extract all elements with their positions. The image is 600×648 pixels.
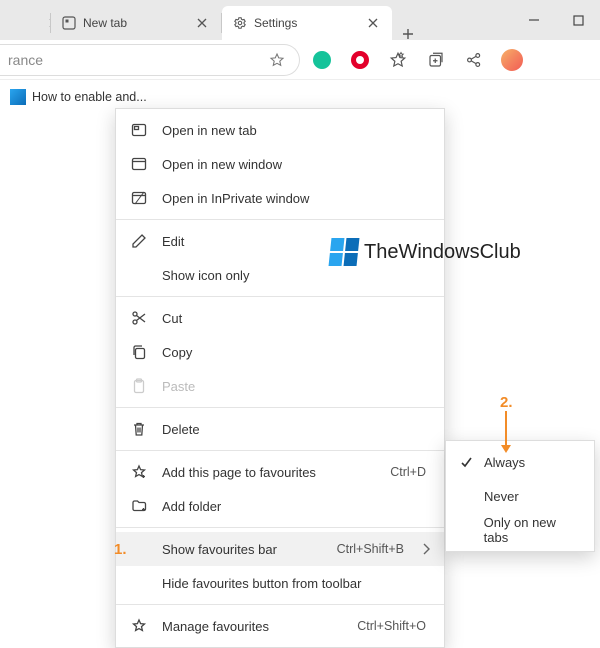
address-input[interactable] [8, 52, 263, 68]
close-icon[interactable] [49, 14, 50, 32]
menu-label: Hide favourites button from toolbar [162, 576, 430, 591]
menu-separator [116, 219, 444, 220]
menu-open-new-tab[interactable]: Open in new tab [116, 113, 444, 147]
watermark-logo: TheWindowsClub [330, 238, 521, 266]
close-icon[interactable] [193, 14, 211, 32]
share-icon[interactable] [460, 46, 488, 74]
annotation-one: 1. [114, 541, 127, 558]
menu-hide-favourites-button[interactable]: Hide favourites button from toolbar [116, 566, 444, 600]
menu-label: Open in new window [162, 157, 430, 172]
menu-manage-favourites[interactable]: Manage favourites Ctrl+Shift+O [116, 609, 444, 643]
site-favicon-icon [10, 89, 26, 105]
gear-icon [232, 15, 248, 31]
collections-icon[interactable] [422, 46, 450, 74]
clipboard-icon [130, 377, 148, 395]
toolbar [0, 40, 600, 80]
windows-flag-icon [329, 238, 360, 266]
maximize-button[interactable] [556, 0, 600, 40]
minimize-button[interactable] [512, 0, 556, 40]
blank-icon [130, 540, 148, 558]
menu-separator [116, 296, 444, 297]
window-controls [512, 0, 600, 40]
star-gear-icon [130, 617, 148, 635]
close-icon[interactable] [364, 14, 382, 32]
menu-separator [116, 450, 444, 451]
tab-label: New tab [83, 16, 127, 30]
submenu-never[interactable]: Never [446, 479, 594, 513]
scissors-icon [130, 309, 148, 327]
menu-cut[interactable]: Cut [116, 301, 444, 335]
favourites-bar-item-label: How to enable and... [32, 90, 147, 104]
tab-label: Settings [254, 16, 297, 30]
menu-label: Open in InPrivate window [162, 191, 430, 206]
menu-delete[interactable]: Delete [116, 412, 444, 446]
favourites-bar-item[interactable]: How to enable and... [10, 89, 147, 105]
menu-paste: Paste [116, 369, 444, 403]
menu-separator [116, 604, 444, 605]
toolbar-actions [308, 46, 526, 74]
menu-label: Open in new tab [162, 123, 430, 138]
tab-strip: cks, H New tab Settings [0, 0, 424, 40]
folder-plus-icon [130, 497, 148, 515]
new-tab-page-icon [61, 15, 77, 31]
shortcut-label: Ctrl+D [390, 465, 426, 479]
menu-label: Add this page to favourites [162, 465, 376, 480]
blank-icon [130, 266, 148, 284]
context-menu: Open in new tab Open in new window Open … [115, 108, 445, 648]
menu-add-page-favourites[interactable]: Add this page to favourites Ctrl+D [116, 455, 444, 489]
submenu-only-new-tabs[interactable]: Only on new tabs [446, 513, 594, 547]
menu-label: Delete [162, 422, 430, 437]
tab-partial[interactable]: cks, H [0, 6, 50, 40]
annotation-two-label: 2. [500, 394, 513, 411]
address-bar[interactable] [0, 44, 300, 76]
new-tab-icon [130, 121, 148, 139]
submenu-label: Never [484, 489, 519, 504]
watermark-text: TheWindowsClub [364, 241, 521, 264]
tab-new-tab[interactable]: New tab [51, 6, 221, 40]
blank-icon [130, 574, 148, 592]
shortcut-label: Ctrl+Shift+B [337, 542, 404, 556]
grammarly-icon[interactable] [308, 46, 336, 74]
trash-icon [130, 420, 148, 438]
window-icon [130, 155, 148, 173]
shortcut-label: Ctrl+Shift+O [357, 619, 426, 633]
menu-label: Cut [162, 311, 430, 326]
favourite-star-icon[interactable] [263, 52, 291, 68]
inprivate-icon [130, 189, 148, 207]
opera-icon[interactable] [346, 46, 374, 74]
check-icon [458, 456, 474, 469]
profile-avatar[interactable] [498, 46, 526, 74]
submenu-label: Always [484, 455, 525, 470]
menu-label: Manage favourites [162, 619, 343, 634]
menu-label: Paste [162, 379, 430, 394]
menu-label: Show favourites bar [162, 542, 323, 557]
menu-label: Copy [162, 345, 430, 360]
window-titlebar: cks, H New tab Settings [0, 0, 600, 40]
menu-label: Show icon only [162, 268, 430, 283]
submenu-favourites-bar: Always Never Only on new tabs [445, 440, 595, 552]
submenu-always[interactable]: Always [446, 445, 594, 479]
menu-separator [116, 407, 444, 408]
menu-open-new-window[interactable]: Open in new window [116, 147, 444, 181]
menu-separator [116, 527, 444, 528]
menu-show-favourites-bar[interactable]: 1. Show favourites bar Ctrl+Shift+B [116, 532, 444, 566]
tab-settings[interactable]: Settings [222, 6, 392, 40]
menu-open-inprivate[interactable]: Open in InPrivate window [116, 181, 444, 215]
menu-add-folder[interactable]: Add folder [116, 489, 444, 523]
chevron-right-icon [422, 543, 430, 555]
copy-icon [130, 343, 148, 361]
favourites-icon[interactable] [384, 46, 412, 74]
menu-copy[interactable]: Copy [116, 335, 444, 369]
submenu-label: Only on new tabs [484, 515, 582, 545]
pencil-icon [130, 232, 148, 250]
menu-label: Add folder [162, 499, 430, 514]
new-tab-button[interactable] [392, 28, 424, 40]
annotation-two: 2. [500, 394, 513, 453]
star-plus-icon [130, 463, 148, 481]
